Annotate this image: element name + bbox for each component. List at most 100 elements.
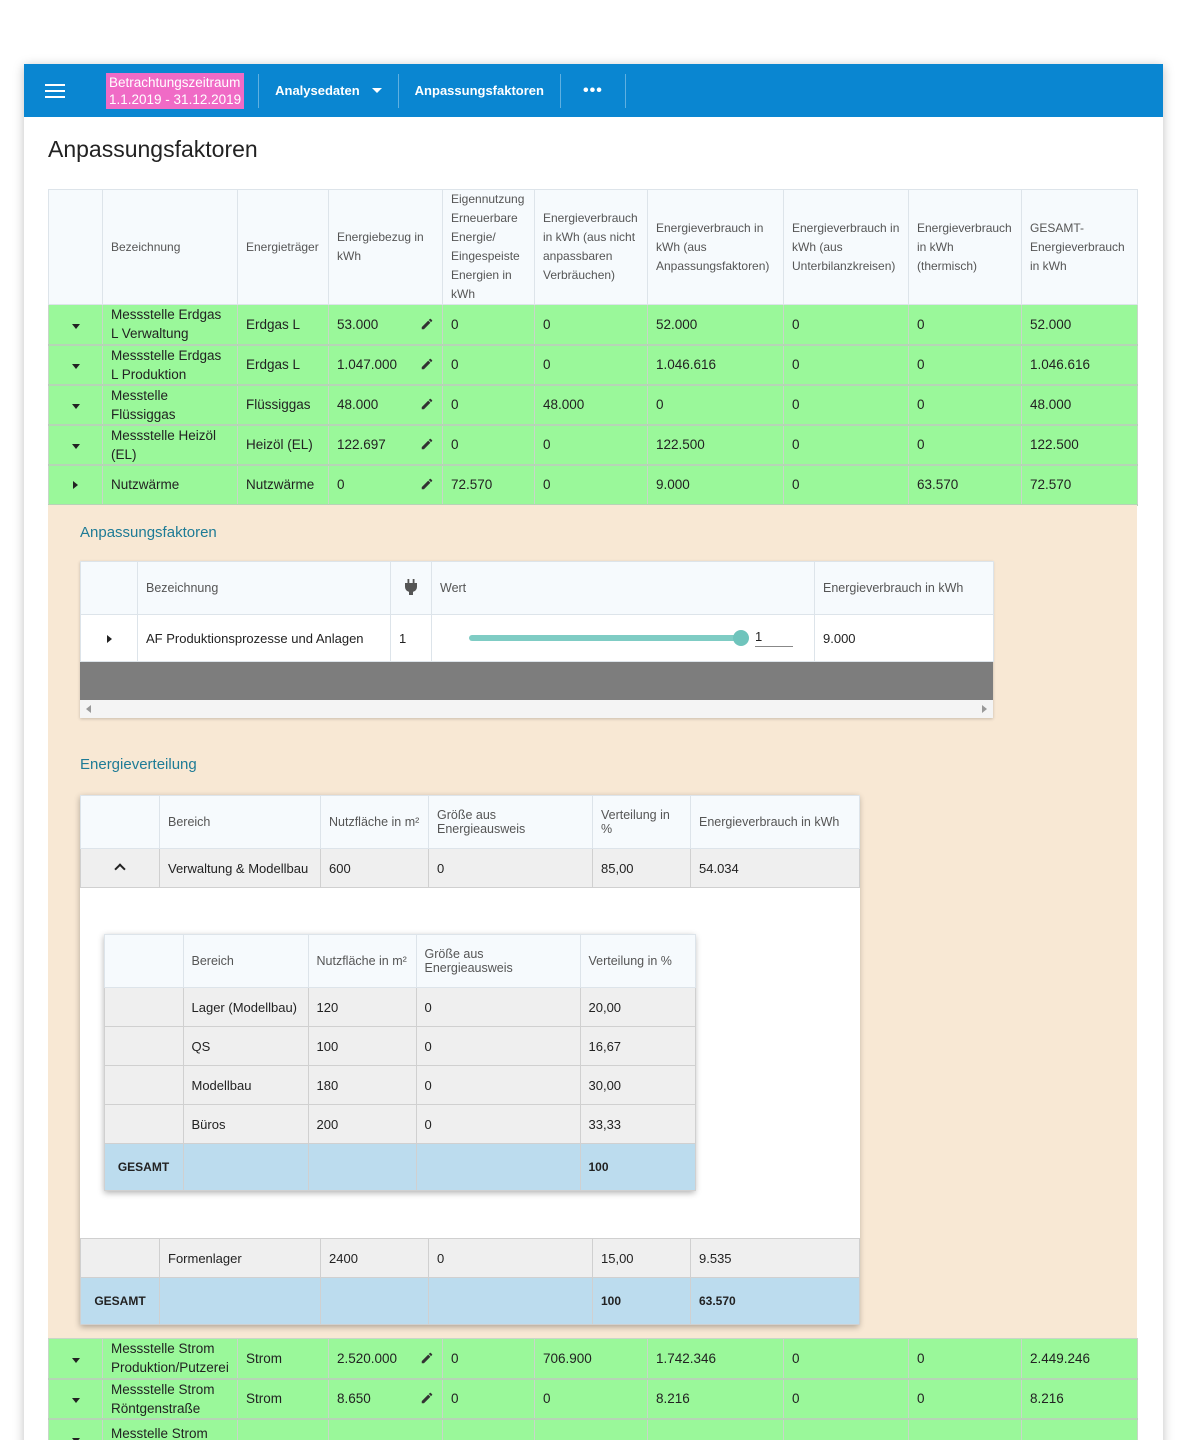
af-value-input[interactable]: 1	[755, 629, 793, 647]
header-verbrauch-unterbilanzkreise[interactable]: Energieverbrauch in kWh (aus Unterbilanz…	[783, 189, 909, 305]
af-header-verbrauch[interactable]: Energieverbrauch in kWh	[814, 561, 994, 615]
sub-cell-groesse: 0	[415, 1065, 581, 1105]
cell-anpassungsfaktoren: 0	[647, 384, 784, 426]
sub-header-groesse[interactable]: Größe aus Energieausweis	[415, 934, 581, 988]
ev-header-nutzflaeche[interactable]: Nutzfläche in m²	[320, 795, 429, 849]
expand-toggle[interactable]	[48, 424, 103, 466]
chevron-up-icon	[114, 862, 126, 875]
header-energietraeger[interactable]: Energieträger	[237, 189, 329, 305]
sub-header-bereich[interactable]: Bereich	[182, 934, 309, 988]
expand-toggle[interactable]	[48, 1418, 103, 1440]
edit-icon[interactable]	[420, 397, 434, 411]
anpassungsfaktoren-tab[interactable]: Anpassungsfaktoren	[399, 64, 560, 117]
header-energiebezug[interactable]: Energiebezug in kWh	[328, 189, 443, 305]
ev-total-label: GESAMT	[80, 1277, 160, 1325]
cell-thermisch: 0	[908, 1378, 1022, 1420]
af-expand-toggle[interactable]	[80, 614, 138, 662]
edit-icon[interactable]	[420, 317, 434, 331]
ev-cell-toggle	[80, 1238, 160, 1278]
sub-header-nutzflaeche[interactable]: Nutzfläche in m²	[307, 934, 417, 988]
expand-toggle[interactable]	[48, 1378, 103, 1420]
cell-energiebezug	[328, 1418, 443, 1440]
cell-anpassungsfaktoren	[647, 1418, 784, 1440]
header-eigennutzung[interactable]: Eigennutzung Erneuerbare Energie/ Einges…	[442, 189, 535, 305]
cell-nicht-anpassbar: 0	[534, 344, 648, 386]
edit-icon[interactable]	[420, 1391, 434, 1405]
af-header-plug	[390, 561, 432, 615]
expand-toggle[interactable]	[48, 344, 103, 386]
ev-collapse-toggle[interactable]	[80, 848, 160, 888]
af-header-row: Bezeichnung Wert Energieverbrauch in kWh	[80, 561, 994, 615]
ev-total-row: GESAMT 100 63.570	[80, 1277, 860, 1325]
sub-cell-verteilung: 30,00	[579, 1065, 696, 1105]
sub-cell-groesse: 0	[415, 1026, 581, 1066]
cell-energiebezug: 48.000	[328, 384, 443, 426]
menu-button[interactable]	[24, 64, 86, 117]
cell-anpassungsfaktoren: 9.000	[647, 464, 784, 506]
ev-header-groesse[interactable]: Größe aus Energieausweis	[428, 795, 593, 849]
cell-unterbilanzkreise	[783, 1418, 909, 1440]
table-row: Messstelle Erdgas L Produktion Erdgas L …	[48, 344, 1138, 386]
scroll-right-icon[interactable]	[982, 705, 987, 713]
cell-eigennutzung: 0	[442, 344, 535, 386]
header-verbrauch-thermisch[interactable]: Energieverbrauch in kWh (thermisch)	[908, 189, 1022, 305]
analysedaten-menu[interactable]: Analysedaten	[259, 64, 398, 117]
expand-toggle[interactable]	[48, 1338, 103, 1380]
af-header-wert[interactable]: Wert	[431, 561, 815, 615]
sub-cell-groesse: 0	[415, 987, 581, 1027]
expand-icon	[71, 444, 80, 449]
cell-energietraeger: Nutzwärme	[237, 464, 329, 506]
cell-energiebezug: 122.697	[328, 424, 443, 466]
cell-gesamt: 8.216	[1021, 1378, 1138, 1420]
ev-cell-verbrauch: 9.535	[690, 1238, 860, 1278]
menu-icon	[45, 83, 65, 98]
table-row: Messtelle Flüssiggas Flüssiggas 48.000 0…	[48, 384, 1138, 426]
collapse-toggle[interactable]	[48, 464, 103, 506]
cell-gesamt: 48.000	[1021, 384, 1138, 426]
cell-unterbilanzkreise: 0	[783, 344, 909, 386]
horizontal-scrollbar[interactable]	[80, 700, 993, 718]
cell-unterbilanzkreise: 0	[783, 464, 909, 506]
sub-row: Büros 200 0 33,33	[103, 1104, 696, 1144]
energy-table: Bezeichnung Energieträger Energiebezug i…	[48, 189, 1138, 506]
ev-header-verteilung[interactable]: Verteilung in %	[592, 795, 691, 849]
slider-handle[interactable]	[733, 630, 749, 646]
cell-value: 48.000	[337, 397, 379, 412]
expand-toggle[interactable]	[48, 304, 103, 346]
ev-cell-bereich: Formenlager	[159, 1238, 321, 1278]
table-row: Messstelle Strom Röntgenstraße Strom 8.6…	[48, 1378, 1138, 1420]
more-button[interactable]: •••	[561, 64, 625, 117]
header-gesamt[interactable]: GESAMT-Energieverbrauch in kWh	[1021, 189, 1138, 305]
cell-energietraeger: Strom	[237, 1378, 329, 1420]
ev-header-verbrauch[interactable]: Energieverbrauch in kWh	[690, 795, 860, 849]
af-header-bezeichnung[interactable]: Bezeichnung	[137, 561, 391, 615]
edit-icon[interactable]	[420, 1351, 434, 1365]
ev-cell-groesse: 0	[428, 848, 593, 888]
cell-thermisch: 0	[908, 304, 1022, 346]
cell-eigennutzung: 0	[442, 384, 535, 426]
header-verbrauch-anpassungsfaktoren[interactable]: Energieverbrauch in kWh (aus Anpassungsf…	[647, 189, 784, 305]
edit-icon[interactable]	[420, 437, 434, 451]
sub-cell-nutzflaeche: 120	[307, 987, 417, 1027]
sub-header-verteilung[interactable]: Verteilung in %	[579, 934, 696, 988]
edit-icon[interactable]	[420, 477, 434, 491]
period-selector[interactable]: Betrachtungszeitraum 1.1.2019 - 31.12.20…	[106, 72, 245, 109]
page-title: Anpassungsfaktoren	[48, 136, 258, 162]
header-bezeichnung[interactable]: Bezeichnung	[102, 189, 238, 305]
cell-value: 2.520.000	[337, 1350, 398, 1366]
cell-anpassungsfaktoren: 122.500	[647, 424, 784, 466]
scroll-left-icon[interactable]	[86, 705, 91, 713]
ev-total-empty	[159, 1277, 321, 1325]
expand-toggle[interactable]	[48, 384, 103, 426]
sub-cell-verteilung: 20,00	[579, 987, 696, 1027]
ev-header-bereich[interactable]: Bereich	[159, 795, 321, 849]
ev-header-row: Bereich Nutzfläche in m² Größe aus Energ…	[80, 795, 860, 849]
expand-icon	[71, 404, 80, 409]
edit-icon[interactable]	[420, 357, 434, 371]
table-row: Messstelle Heizöl (EL) Heizöl (EL) 122.6…	[48, 424, 1138, 466]
cell-unterbilanzkreise: 0	[783, 424, 909, 466]
header-verbrauch-nicht-anpassbar[interactable]: Energieverbrauch in kWh (aus nicht anpas…	[534, 189, 648, 305]
cell-gesamt: 72.570	[1021, 464, 1138, 506]
af-slider[interactable]	[469, 630, 749, 646]
app-window: Betrachtungszeitraum 1.1.2019 - 31.12.20…	[24, 64, 1163, 1440]
